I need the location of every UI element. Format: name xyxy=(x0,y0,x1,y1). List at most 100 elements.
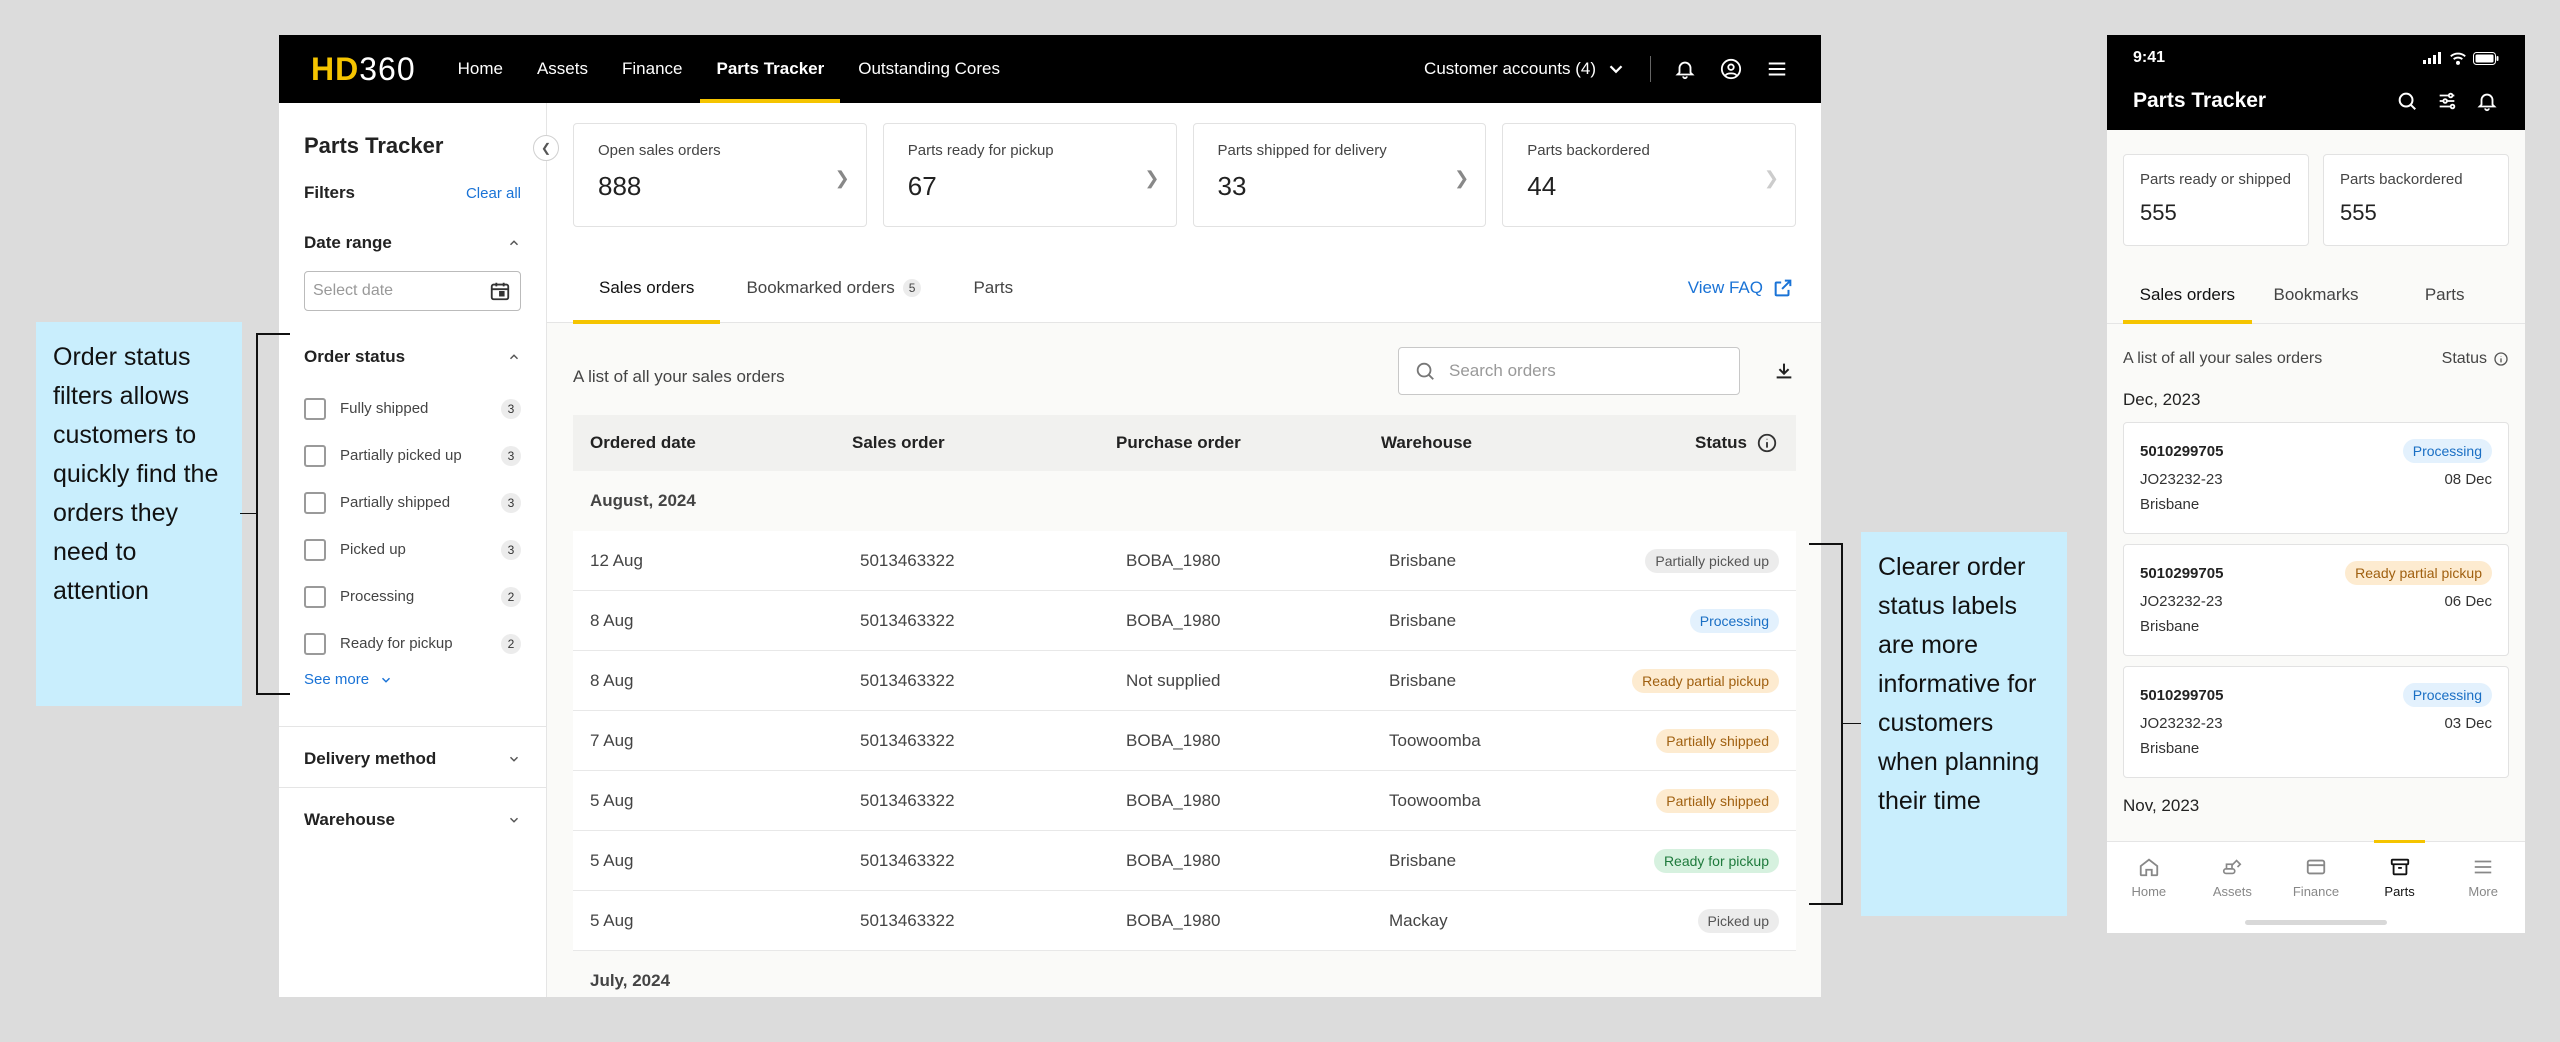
tab-bookmarked-orders[interactable]: Bookmarked orders 5 xyxy=(720,253,947,323)
header-sales-order[interactable]: Sales order xyxy=(852,433,1116,453)
nav-home[interactable]: Home xyxy=(458,35,503,103)
parts-backordered-card[interactable]: Parts backordered 555 xyxy=(2323,154,2509,246)
status-filter-option[interactable]: Picked up 3 xyxy=(304,526,521,573)
clear-all-link[interactable]: Clear all xyxy=(466,185,521,202)
status-badge: Picked up xyxy=(1697,908,1779,933)
view-faq-link[interactable]: View FAQ xyxy=(1688,276,1795,300)
search-box[interactable] xyxy=(1398,347,1740,395)
table-row[interactable]: 5 Aug 5013463322 BOBA_1980 Brisbane Ready fo… xyxy=(573,831,1796,891)
see-more-link[interactable]: See more xyxy=(304,671,521,688)
parts-ready-for-pickup-card[interactable]: Parts ready for pickup 67 ❯ xyxy=(882,123,1177,227)
open-sales-orders-card[interactable]: Open sales orders 888 ❯ xyxy=(573,123,867,227)
cell-status: Processing xyxy=(1611,608,1779,633)
parts-backordered-card[interactable]: Parts backordered 44 ❯ xyxy=(1502,123,1796,227)
user-account-icon[interactable] xyxy=(1719,57,1743,81)
month-group-heading: August, 2024 xyxy=(590,491,696,510)
table-row[interactable]: 7 Aug 5013463322 BOBA_1980 Toowoomba Partial… xyxy=(573,711,1796,771)
download-icon[interactable] xyxy=(1772,359,1796,383)
order-card[interactable]: 5010299705 Processing JO23232-23 03 Dec Bris… xyxy=(2123,666,2509,778)
cell-purchase-order: BOBA_1980 xyxy=(1126,550,1221,570)
status-badge: Partially shipped xyxy=(1656,728,1779,753)
bottom-nav-label: Parts xyxy=(2384,884,2415,899)
tab-parts[interactable]: Parts xyxy=(947,253,1039,323)
delivery-method-toggle[interactable]: Delivery method xyxy=(304,749,521,769)
nav-outstanding-cores[interactable]: Outstanding Cores xyxy=(858,35,1000,103)
header-status[interactable]: Status xyxy=(1611,431,1779,455)
bell-icon[interactable] xyxy=(2475,89,2499,113)
search-icon[interactable] xyxy=(2395,89,2419,113)
status-badge: Ready for pickup xyxy=(1653,848,1779,873)
logo[interactable]: HD 360 xyxy=(311,51,416,88)
wifi-icon xyxy=(2450,52,2466,65)
status-filter-option[interactable]: Partially shipped 3 xyxy=(304,479,521,526)
header-ordered-date[interactable]: Ordered date xyxy=(590,433,852,453)
status-filter-option[interactable]: Processing 2 xyxy=(304,573,521,620)
tab-sales-orders[interactable]: Sales orders xyxy=(2123,266,2252,324)
warehouse-label: Warehouse xyxy=(304,810,396,829)
parts-ready-or-shipped-card[interactable]: Parts ready or shipped 555 xyxy=(2123,154,2309,246)
header-warehouse[interactable]: Warehouse xyxy=(1381,433,1611,453)
filter-sliders-icon[interactable] xyxy=(2435,89,2459,113)
header-purchase-order[interactable]: Purchase order xyxy=(1116,433,1381,453)
nav-assets[interactable]: Assets xyxy=(537,35,588,103)
order-card[interactable]: 5010299705 Ready partial pickup JO23232-23… xyxy=(2123,544,2509,656)
chevron-right-icon: ❯ xyxy=(1454,168,1470,188)
order-status-toggle[interactable]: Order status xyxy=(304,347,521,367)
sidebar-divider xyxy=(279,787,546,788)
cell-ordered-date: 8 Aug xyxy=(590,610,634,630)
order-number: 5010299705 xyxy=(2140,564,2224,582)
bell-icon[interactable] xyxy=(1673,57,1697,81)
checkbox[interactable] xyxy=(304,538,326,561)
checkbox[interactable] xyxy=(304,397,326,420)
order-card[interactable]: 5010299705 Processing JO23232-23 08 Dec Bris… xyxy=(2123,422,2509,534)
chevron-up-icon xyxy=(509,240,519,246)
top-navigation: HD 360 Home Assets Finance Parts Tracker … xyxy=(279,35,1821,103)
date-range-toggle[interactable]: Date range xyxy=(304,233,521,253)
status-label: Status xyxy=(2441,350,2487,367)
table-row[interactable]: 8 Aug 5013463322 Not supplied Brisbane Ready… xyxy=(573,651,1796,711)
calendar-icon[interactable] xyxy=(488,279,512,303)
info-icon[interactable] xyxy=(1755,431,1779,455)
customer-accounts-dropdown[interactable]: Customer accounts (4) xyxy=(1424,57,1628,81)
hamburger-menu-icon[interactable] xyxy=(1765,57,1789,81)
bottom-nav-label: More xyxy=(2468,884,2498,899)
filter-count: 3 xyxy=(501,445,521,466)
status-filter-option[interactable]: Fully shipped 3 xyxy=(304,385,521,432)
status-filter-label: Partially shipped xyxy=(340,494,451,511)
collapse-sidebar-button[interactable]: ❮ xyxy=(533,135,559,161)
status-filter-option[interactable]: Partially picked up 3 xyxy=(304,432,521,479)
warehouse-toggle[interactable]: Warehouse xyxy=(304,810,521,830)
card-value: 67 xyxy=(907,171,937,201)
bottom-nav-home[interactable]: Home xyxy=(2107,842,2191,933)
checkbox[interactable] xyxy=(304,632,326,655)
table-row[interactable]: 12 Aug 5013463322 BOBA_1980 Brisbane Partial… xyxy=(573,531,1796,591)
chevron-right-icon: ❯ xyxy=(1144,168,1160,188)
search-input[interactable] xyxy=(1449,361,1725,381)
table-row[interactable]: 8 Aug 5013463322 BOBA_1980 Brisbane Processi… xyxy=(573,591,1796,651)
table-row[interactable]: 5 Aug 5013463322 BOBA_1980 Mackay Picked up xyxy=(573,891,1796,951)
status-filter-label: Picked up xyxy=(340,541,406,558)
order-date: 03 Dec xyxy=(2444,715,2492,732)
nav-parts-tracker[interactable]: Parts Tracker xyxy=(700,35,840,103)
orders-panel: A list of all your sales orders Ordered … xyxy=(547,323,1821,997)
status-info[interactable]: Status xyxy=(2442,350,2509,368)
checkbox[interactable] xyxy=(304,585,326,608)
tab-sales-orders[interactable]: Sales orders xyxy=(573,253,721,324)
tab-parts[interactable]: Parts xyxy=(2380,266,2509,323)
checkbox[interactable] xyxy=(304,444,326,467)
table-row[interactable]: 5 Aug 5013463322 BOBA_1980 Toowoomba Partial… xyxy=(573,771,1796,831)
cell-purchase-order: BOBA_1980 xyxy=(1126,730,1221,750)
mobile-header: 9:41 Parts Tracker xyxy=(2107,35,2525,130)
annotation-note-left: Order status filters allows customers to… xyxy=(36,322,242,706)
bottom-nav-more[interactable]: More xyxy=(2441,842,2525,933)
checkbox[interactable] xyxy=(304,491,326,514)
parts-shipped-card[interactable]: Parts shipped for delivery 33 ❯ xyxy=(1192,123,1487,227)
delivery-method-label: Delivery method xyxy=(304,749,437,768)
date-range-picker[interactable] xyxy=(304,271,521,311)
nav-finance[interactable]: Finance xyxy=(622,35,682,103)
sidebar-divider xyxy=(279,726,546,727)
tab-bookmarks[interactable]: Bookmarks xyxy=(2252,266,2381,323)
status-filter-option[interactable]: Ready for pickup 2 xyxy=(304,620,521,667)
card-value: 555 xyxy=(2340,200,2377,225)
date-input[interactable] xyxy=(313,282,473,300)
